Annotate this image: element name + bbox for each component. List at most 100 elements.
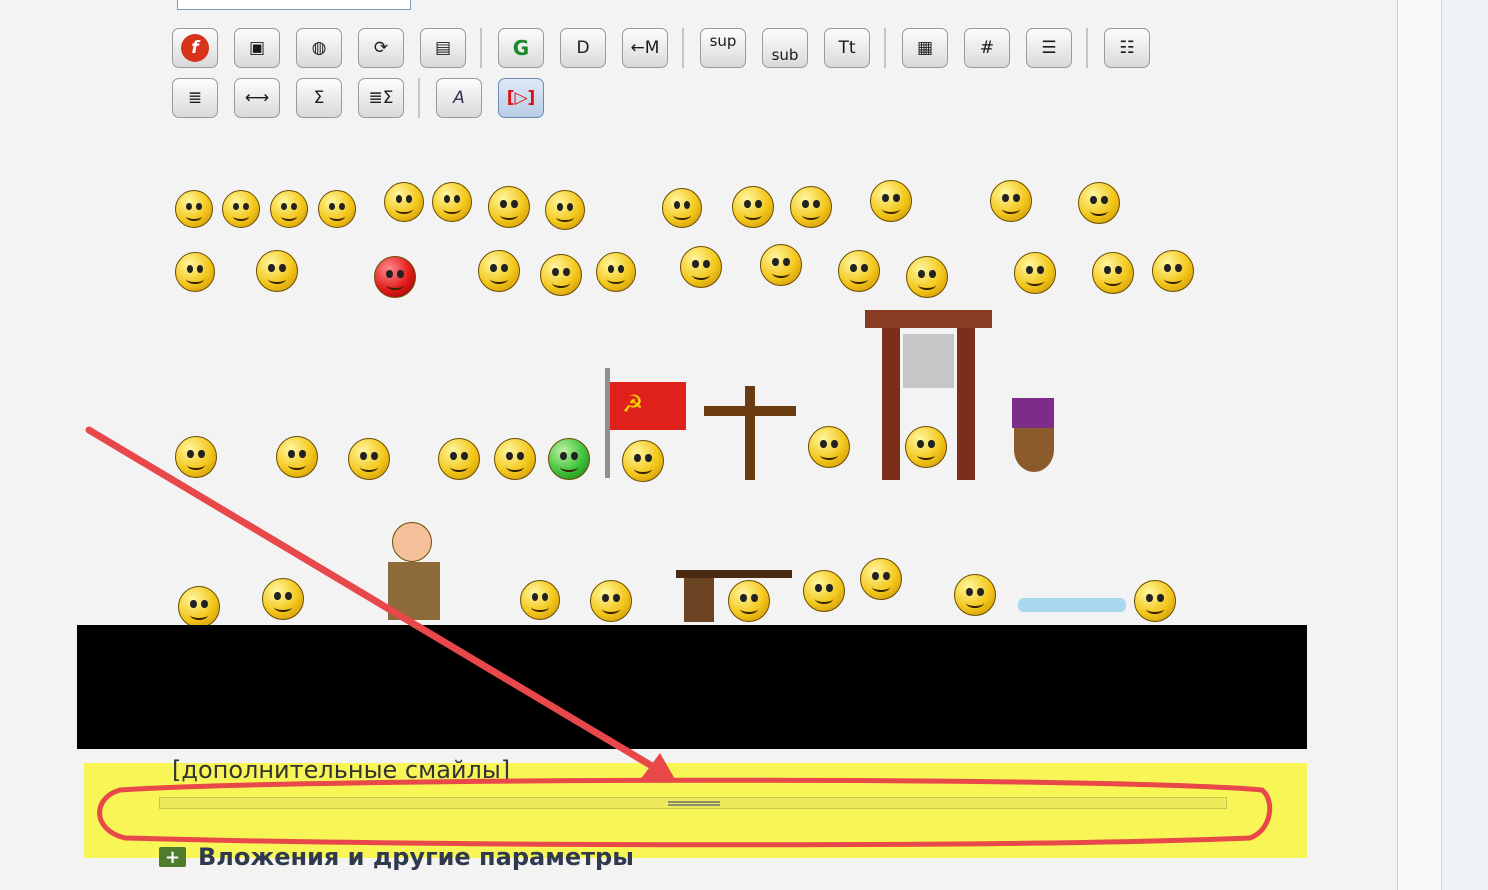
smiley-icon[interactable] (760, 244, 802, 286)
toolbar-separator (418, 78, 420, 118)
text-input[interactable] (177, 0, 411, 10)
web-link-button[interactable]: ◍ (296, 28, 342, 68)
attachments-label[interactable]: Вложения и другие параметры (198, 843, 634, 871)
more-smileys-link[interactable]: [дополнительные смайлы] (172, 756, 510, 784)
font-icon: A (453, 88, 465, 108)
table-icon: ▦ (916, 38, 934, 58)
smiley-icon[interactable] (488, 186, 530, 228)
priest-smiley[interactable] (1012, 398, 1056, 472)
web-folder-icon: ▤ (434, 38, 452, 58)
smiley-icon[interactable] (790, 186, 832, 228)
smiley-mouth (849, 273, 869, 284)
smiley-icon[interactable] (178, 586, 220, 628)
smiley-icon[interactable] (1078, 182, 1120, 224)
smiley-icon[interactable] (838, 250, 880, 292)
plus-icon[interactable]: + (159, 847, 186, 868)
subscript-button[interactable]: sub (762, 28, 808, 68)
guillotine-smiley[interactable] (865, 310, 992, 480)
smiley-icon[interactable] (384, 182, 424, 222)
horizontal-rule-button[interactable]: ⟷ (234, 78, 280, 118)
smiley-icon[interactable] (374, 256, 416, 298)
smiley-icon[interactable] (222, 190, 260, 228)
smiley-icon[interactable] (954, 574, 996, 616)
arrow-left-icon: ←M (630, 38, 660, 58)
smiley-icon[interactable] (1092, 252, 1134, 294)
smiley-icon[interactable] (803, 570, 845, 612)
smiley-mouth (607, 274, 625, 285)
smiley-mouth (232, 211, 250, 221)
flash-button[interactable]: f (172, 28, 218, 68)
smiley-icon[interactable] (276, 436, 318, 478)
smiley-icon[interactable] (860, 558, 902, 600)
image-button[interactable]: ▣ (234, 28, 280, 68)
smiley-icon[interactable] (590, 580, 632, 622)
smiley-icon[interactable] (1014, 252, 1056, 294)
toolbar-separator (884, 28, 886, 68)
smiley-mouth (395, 204, 413, 215)
smiley-mouth (1145, 603, 1165, 614)
toolbar-separator (1086, 28, 1088, 68)
move-left-button[interactable]: ←M (622, 28, 668, 68)
smiley-icon[interactable] (540, 254, 582, 296)
flag-smiley[interactable]: ☭ (600, 368, 688, 478)
smiley-mouth (328, 211, 346, 221)
smiley-icon[interactable] (348, 438, 390, 480)
smiley-icon[interactable] (808, 426, 850, 468)
smiley-icon[interactable] (175, 190, 213, 228)
smiley-icon[interactable] (494, 438, 536, 480)
superscript-button[interactable]: sup (700, 28, 746, 68)
wiki-button[interactable]: D (560, 28, 606, 68)
smiley-icon[interactable] (680, 246, 722, 288)
smiley-icon[interactable] (520, 580, 560, 620)
hash-button[interactable]: # (964, 28, 1010, 68)
smiley-icon[interactable] (1134, 580, 1176, 622)
smiley-icon[interactable] (1152, 250, 1194, 292)
smiley-icon[interactable] (175, 252, 215, 292)
web-folder-button[interactable]: ▤ (420, 28, 466, 68)
smiley-icon[interactable] (432, 182, 472, 222)
refresh-button[interactable]: ⟳ (358, 28, 404, 68)
sum-button[interactable]: Σ (296, 78, 342, 118)
smiley-mouth (287, 459, 307, 470)
smiley-icon[interactable] (596, 252, 636, 292)
redacted-area (77, 625, 1307, 749)
smiley-icon[interactable] (175, 436, 217, 478)
smiley-icon[interactable] (262, 578, 304, 620)
select-button[interactable]: [▷] (498, 78, 544, 118)
numbered-list-icon: ≣ (187, 88, 203, 108)
smiley-mouth (1103, 275, 1123, 286)
numbered-list-button[interactable]: ≣ (172, 78, 218, 118)
bullet-list-button[interactable]: ☷ (1104, 28, 1150, 68)
smiley-icon[interactable] (256, 250, 298, 292)
smiley-icon[interactable] (662, 188, 702, 228)
smiley-mouth (189, 609, 209, 620)
smiley-icon[interactable] (318, 190, 356, 228)
smiley-icon[interactable] (438, 438, 480, 480)
right-pane-inner (1441, 0, 1488, 890)
sleeping-smiley[interactable] (1018, 550, 1126, 618)
cross-smiley[interactable] (704, 386, 796, 480)
smiley-icon[interactable] (545, 190, 585, 230)
sum-list-button[interactable]: ≣Σ (358, 78, 404, 118)
smiley-mouth (556, 212, 574, 223)
smiley-icon[interactable] (478, 250, 520, 292)
smiley-mouth (819, 449, 839, 460)
smiley-mouth (1089, 205, 1109, 216)
desk-smiley[interactable] (676, 570, 792, 622)
smiley-icon[interactable] (548, 438, 590, 480)
google-button[interactable]: G (498, 28, 544, 68)
font-button[interactable]: A (436, 78, 482, 118)
smiley-mouth (267, 273, 287, 284)
smiley-icon[interactable] (906, 256, 948, 298)
typewriter-button[interactable]: Tt (824, 28, 870, 68)
tribune-smiley[interactable] (388, 522, 440, 620)
smiley-icon[interactable] (732, 186, 774, 228)
smiley-icon[interactable] (270, 190, 308, 228)
comment-button[interactable]: ☰ (1026, 28, 1072, 68)
attachments-toggle[interactable]: + Вложения и другие параметры (159, 843, 634, 871)
smiley-icon[interactable] (990, 180, 1032, 222)
table-button[interactable]: ▦ (902, 28, 948, 68)
smiley-mouth (551, 277, 571, 288)
smiley-icon[interactable] (870, 180, 912, 222)
grip-icon[interactable] (668, 801, 720, 806)
